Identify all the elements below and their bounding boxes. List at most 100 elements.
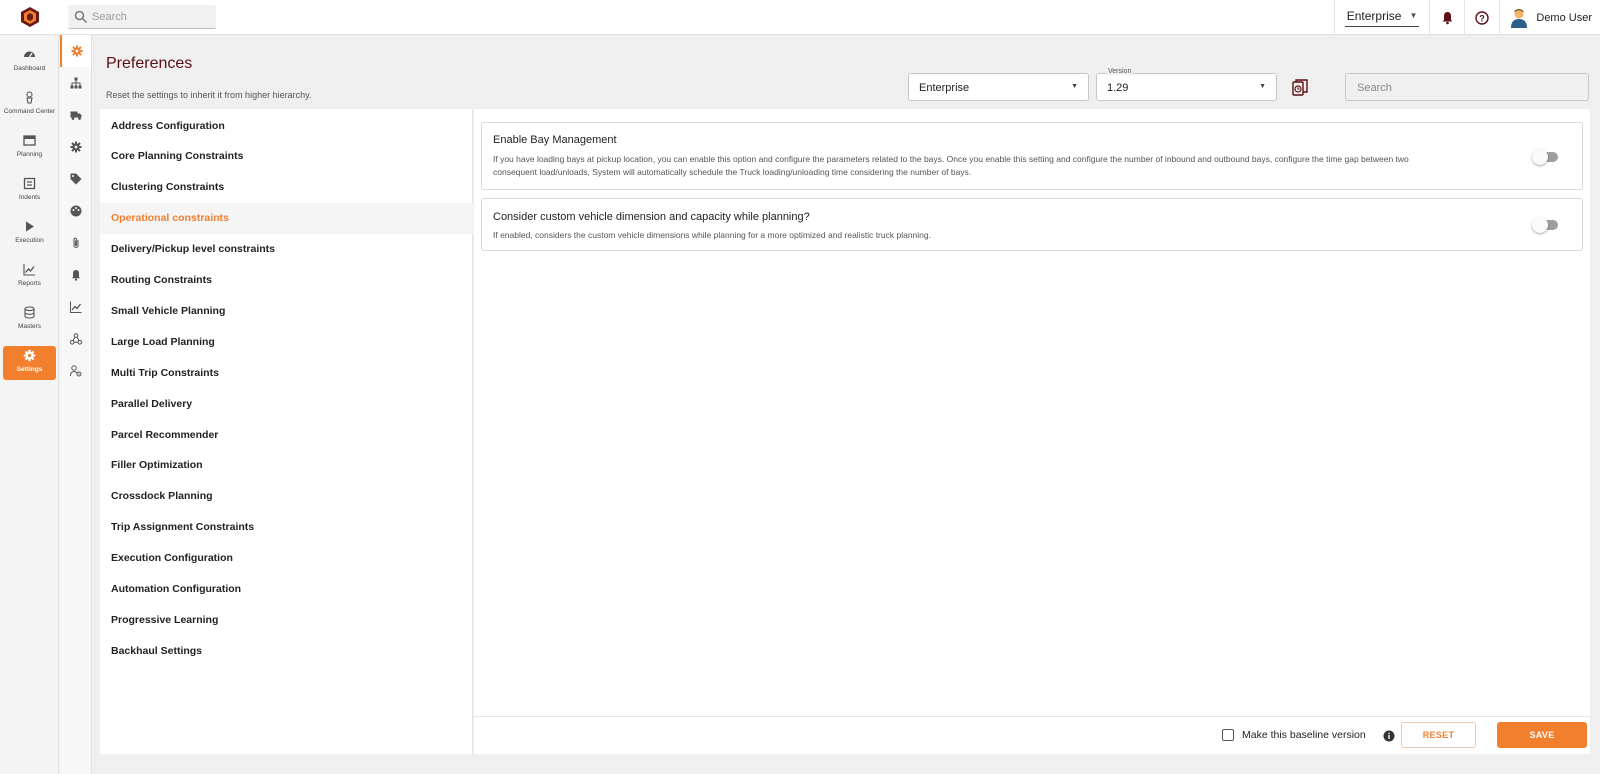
app-logo-icon[interactable] [19,6,41,28]
bay-management-toggle[interactable] [1532,149,1558,165]
info-icon[interactable] [1383,730,1395,742]
hierarchy-icon [70,77,81,89]
hierarchy-level-value: Enterprise [919,82,970,94]
nav-label-settings: Settings [16,366,43,373]
toggle-knob [1532,217,1548,233]
help-button[interactable]: ? [1465,0,1499,35]
attachment-icon [73,237,78,248]
top-bar: Search Enterprise ▼ ? Demo User [0,0,1600,35]
subnav-analytics[interactable] [60,291,91,323]
chevron-down-icon: ▼ [1071,83,1078,90]
section-item[interactable]: Execution Configuration [100,543,473,574]
footer-bar: Make this baseline version RESET SAVE [474,716,1590,754]
setting-card-custom-vehicle: Consider custom vehicle dimension and ca… [481,198,1583,251]
org-selector[interactable]: Enterprise ▼ [1335,0,1430,35]
nav-label-indents: Indents [18,194,41,201]
subnav-hierarchy[interactable] [60,67,91,99]
execution-icon [26,221,34,232]
hierarchy-level-select[interactable]: Enterprise ▼ [908,73,1089,101]
nav-item-reports[interactable]: Reports [3,260,56,294]
nav-item-indents[interactable]: Indents [3,174,56,208]
preferences-search-input[interactable]: Search [1345,73,1589,101]
version-history-icon[interactable] [1292,79,1308,96]
tag-icon [70,173,81,185]
section-list: Address Configuration Core Planning Const… [100,109,473,754]
section-item[interactable]: Operational constraints [100,202,473,234]
setting-description: If enabled, considers the custom vehicle… [493,230,931,240]
masters-icon [24,306,35,319]
section-item[interactable]: Parallel Delivery [100,388,473,419]
user-settings-icon [69,365,81,377]
nav-item-command-center[interactable]: Command Center [3,88,56,122]
user-menu[interactable]: Demo User [1500,8,1600,28]
toggle-knob [1532,149,1548,165]
subnav-preferences[interactable] [60,35,91,67]
nav-item-settings[interactable]: Settings [3,346,56,380]
nav-item-execution[interactable]: Execution [3,217,56,251]
custom-vehicle-toggle[interactable] [1532,217,1558,233]
section-item[interactable]: Delivery/Pickup level constraints [100,234,473,265]
section-item[interactable]: Large Load Planning [100,326,473,357]
svg-text:?: ? [1480,13,1486,23]
page-subtitle: Reset the settings to inherit it from hi… [106,90,312,100]
section-item[interactable]: Address Configuration [100,110,473,141]
global-search-input[interactable]: Search [68,5,216,29]
nav-label-reports: Reports [18,280,41,287]
nav-label-planning: Planning [16,151,43,158]
chevron-down-icon: ▼ [1259,83,1266,90]
chart-icon [69,301,81,313]
baseline-checkbox[interactable] [1222,729,1234,741]
truck-icon [70,111,81,120]
nav-item-planning[interactable]: Planning [3,131,56,165]
subnav-configuration[interactable] [60,131,91,163]
notifications-button[interactable] [1430,0,1464,35]
bell-icon [1442,11,1453,24]
nav-label-masters: Masters [17,323,42,330]
section-item[interactable]: Multi Trip Constraints [100,357,473,388]
indents-icon [23,177,36,190]
nav-item-dashboard[interactable]: Dashboard [3,45,56,79]
search-icon [74,10,88,24]
subnav-tags[interactable] [60,163,91,195]
network-icon [69,333,82,345]
chevron-down-icon: ▼ [1409,11,1418,20]
section-item[interactable]: Core Planning Constraints [100,141,473,172]
section-item[interactable]: Routing Constraints [100,265,473,296]
section-item[interactable]: Clustering Constraints [100,172,473,203]
subnav-attachments[interactable] [60,227,91,259]
baseline-checkbox-row[interactable]: Make this baseline version [1222,729,1366,741]
preferences-gear-icon [71,45,82,57]
nav-item-masters[interactable]: Masters [3,303,56,337]
page-title: Preferences [106,55,193,72]
dashboard-icon [24,51,35,58]
section-item[interactable]: Parcel Recommender [100,419,473,450]
planning-icon [23,135,36,146]
subnav-theme[interactable] [60,195,91,227]
save-button[interactable]: SAVE [1497,722,1587,748]
version-select[interactable]: Version 1.29 ▼ [1096,68,1277,101]
section-item[interactable]: Progressive Learning [100,604,473,635]
cog-icon [70,141,81,153]
settings-subnav [60,35,92,774]
user-name: Demo User [1536,11,1592,24]
version-value: 1.29 [1107,82,1129,94]
reset-button[interactable]: RESET [1401,722,1476,748]
section-item[interactable]: Filler Optimization [100,450,473,481]
subnav-notifications[interactable] [60,259,91,291]
baseline-label: Make this baseline version [1242,729,1366,741]
avatar-icon [1511,8,1528,28]
settings-content: Enable Bay Management If you have loadin… [474,109,1590,716]
reports-icon [23,264,35,276]
subnav-user-settings[interactable] [60,355,91,387]
section-item[interactable]: Backhaul Settings [100,635,473,666]
section-item[interactable]: Small Vehicle Planning [100,295,473,326]
subnav-integrations[interactable] [60,323,91,355]
setting-description: If you have loading bays at pickup locat… [493,154,1409,177]
section-item[interactable]: Trip Assignment Constraints [100,512,473,543]
command-center-icon [26,91,33,104]
section-item[interactable]: Automation Configuration [100,574,473,605]
section-item[interactable]: Crossdock Planning [100,481,473,512]
palette-icon [70,205,81,217]
settings-icon [23,349,36,362]
subnav-vehicles[interactable] [60,99,91,131]
